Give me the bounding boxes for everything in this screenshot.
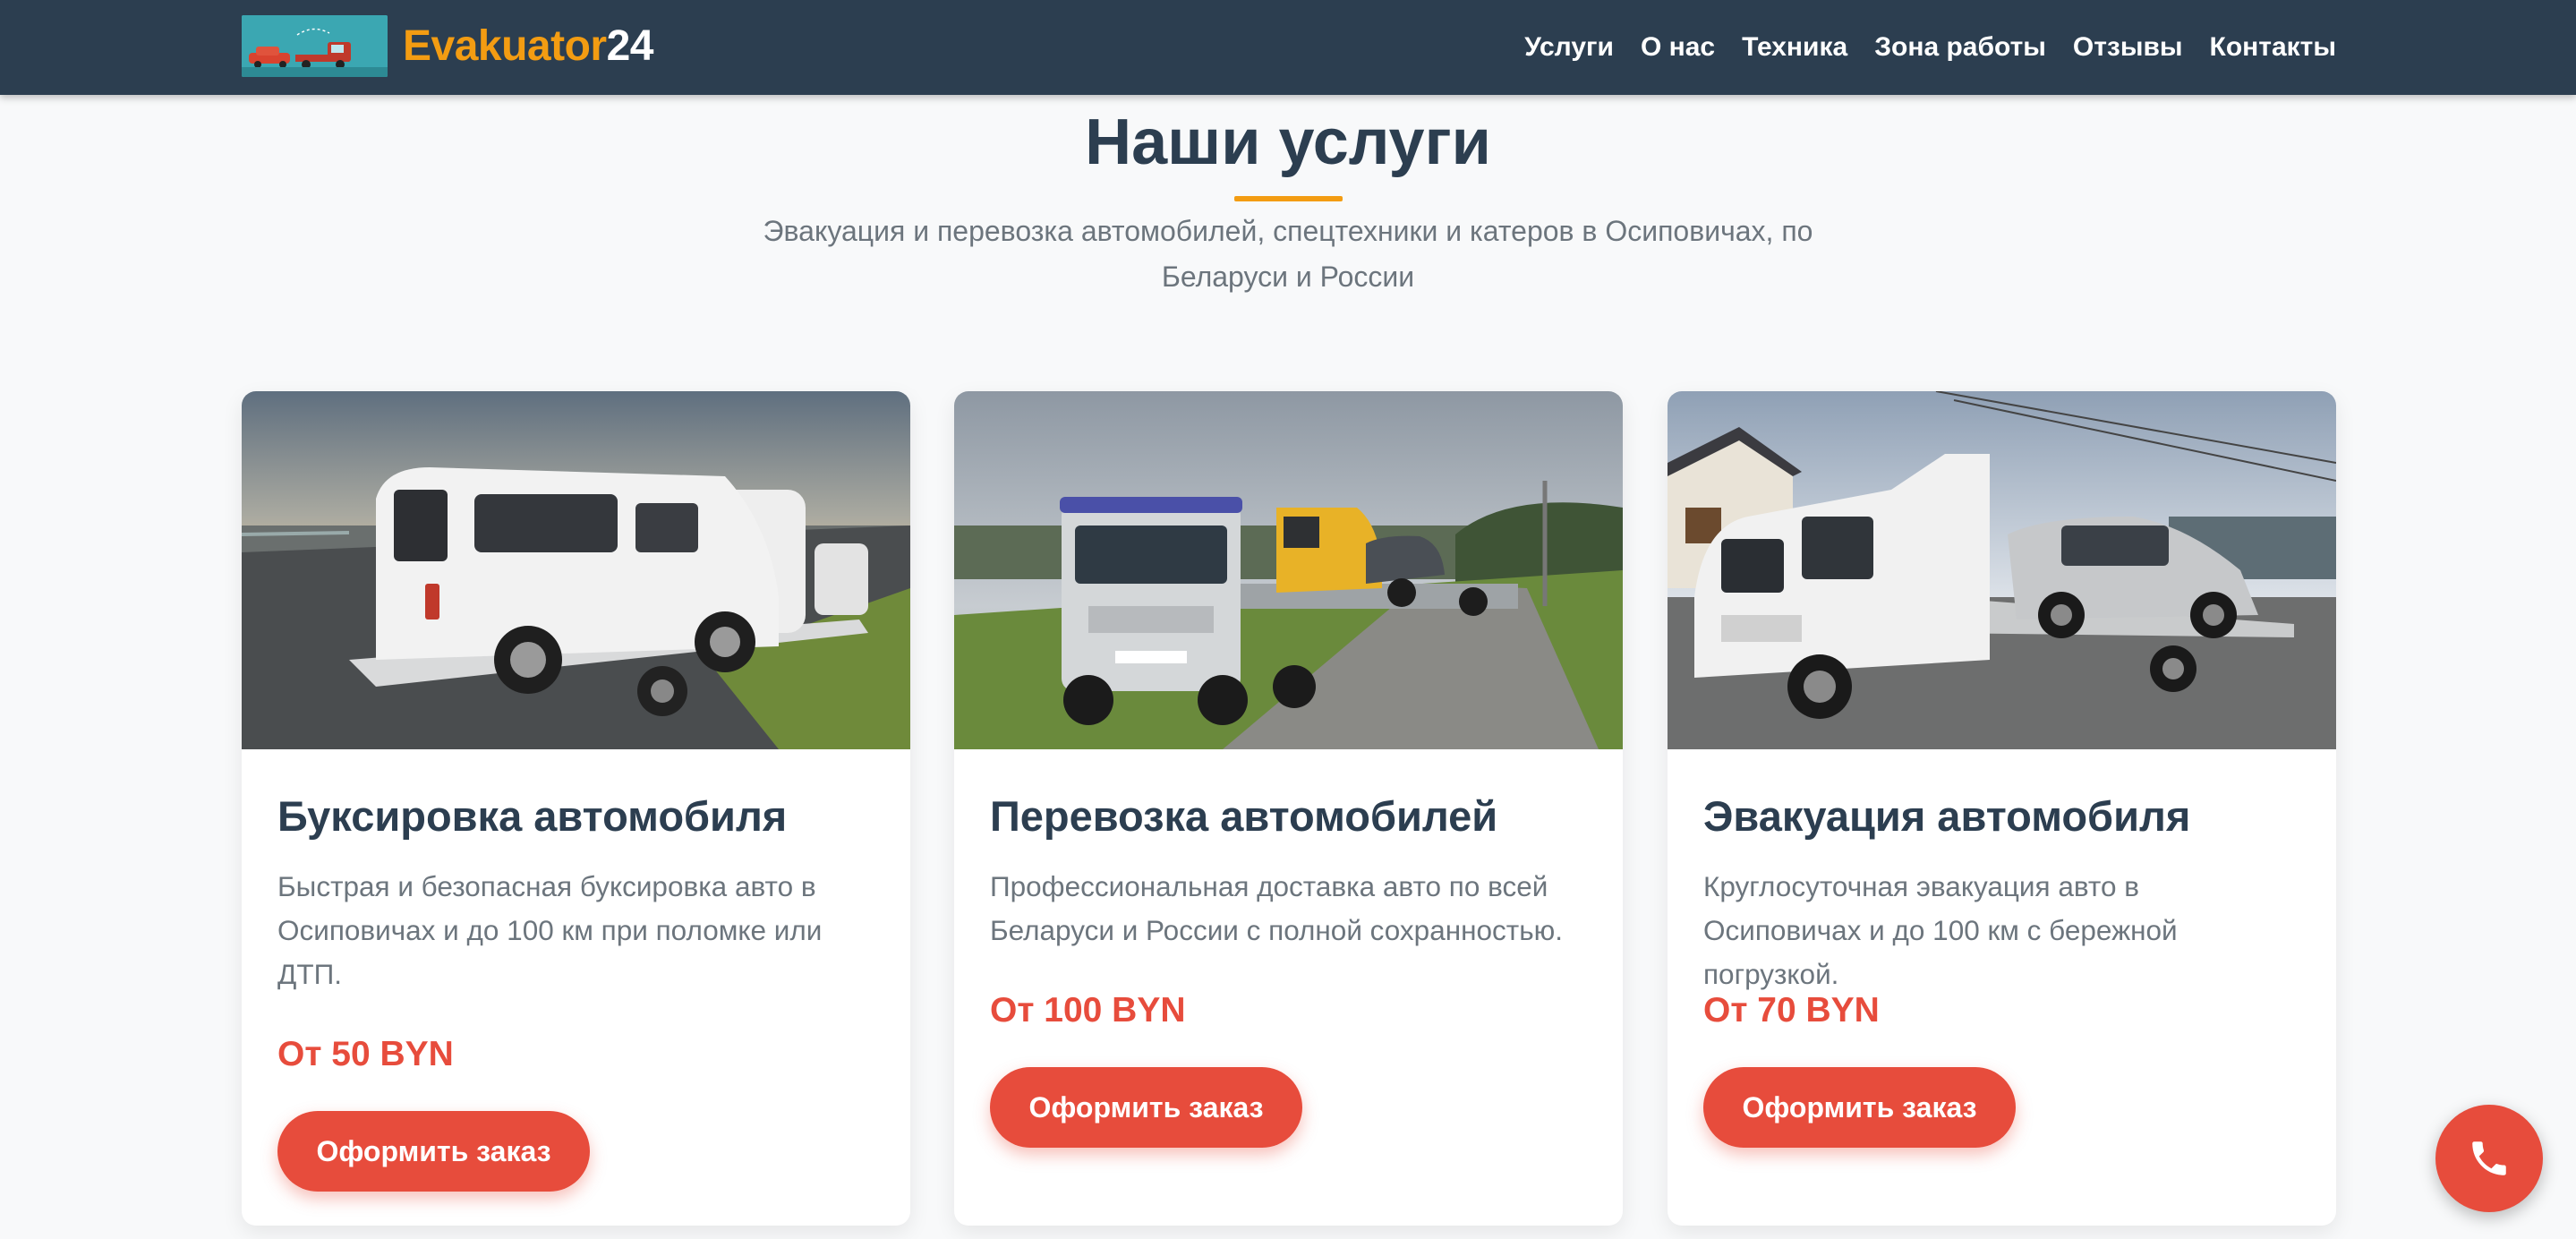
card-price: От 50 BYN: [277, 1035, 454, 1073]
nav-link-about[interactable]: О нас: [1641, 30, 1715, 65]
site-header: Evakuator24 Услуги О нас Техника Зона ра…: [0, 0, 2576, 95]
card-title: Буксировка автомобиля: [277, 792, 788, 840]
service-card-towing: Буксировка автомобиля Быстрая и безопасн…: [242, 391, 910, 1226]
section-title: Наши услуги: [1085, 107, 1491, 178]
service-card-transport: Перевозка автомобилей Профессиональная д…: [954, 391, 1623, 1226]
logo-text-number: 24: [606, 22, 654, 70]
nav-link-fleet[interactable]: Техника: [1742, 30, 1847, 65]
card-title: Перевозка автомобилей: [990, 792, 1498, 840]
order-button-towing[interactable]: Оформить заказ: [277, 1111, 590, 1192]
service-image-evacuation: [1668, 391, 2336, 749]
section-subtitle: Эвакуация и перевозка автомобилей, спецт…: [763, 215, 1813, 293]
card-title: Эвакуация автомобиля: [1703, 792, 2191, 840]
order-button-evacuation[interactable]: Оформить заказ: [1703, 1067, 2016, 1148]
logo-image[interactable]: [242, 15, 388, 77]
service-card-evacuation: Эвакуация автомобиля Круглосуточная эвак…: [1668, 391, 2336, 1226]
nav-link-reviews[interactable]: Отзывы: [2073, 30, 2183, 65]
service-image-towing: [242, 391, 910, 749]
nav-link-services[interactable]: Услуги: [1524, 30, 1614, 65]
logo-text-brand: Evakuator: [403, 22, 607, 70]
service-image-transport: [954, 391, 1623, 749]
title-underline: [1234, 196, 1343, 201]
card-description: Круглосуточная эвакуация авто в Осипович…: [1703, 870, 2178, 990]
card-description: Быстрая и безопасная буксировка авто в О…: [277, 870, 823, 990]
main-nav: Услуги О нас Техника Зона работы Отзывы …: [1524, 0, 2336, 95]
order-button-transport[interactable]: Оформить заказ: [990, 1067, 1302, 1148]
call-button[interactable]: [2435, 1105, 2543, 1212]
phone-icon: [2472, 1141, 2506, 1175]
logo-text[interactable]: Evakuator24: [403, 21, 654, 72]
card-description: Профессиональная доставка авто по всей Б…: [990, 870, 1563, 946]
nav-link-service-area[interactable]: Зона работы: [1874, 30, 2046, 65]
card-price: От 70 BYN: [1703, 991, 1880, 1030]
nav-link-contacts[interactable]: Контакты: [2210, 30, 2336, 65]
card-price: От 100 BYN: [990, 991, 1186, 1030]
